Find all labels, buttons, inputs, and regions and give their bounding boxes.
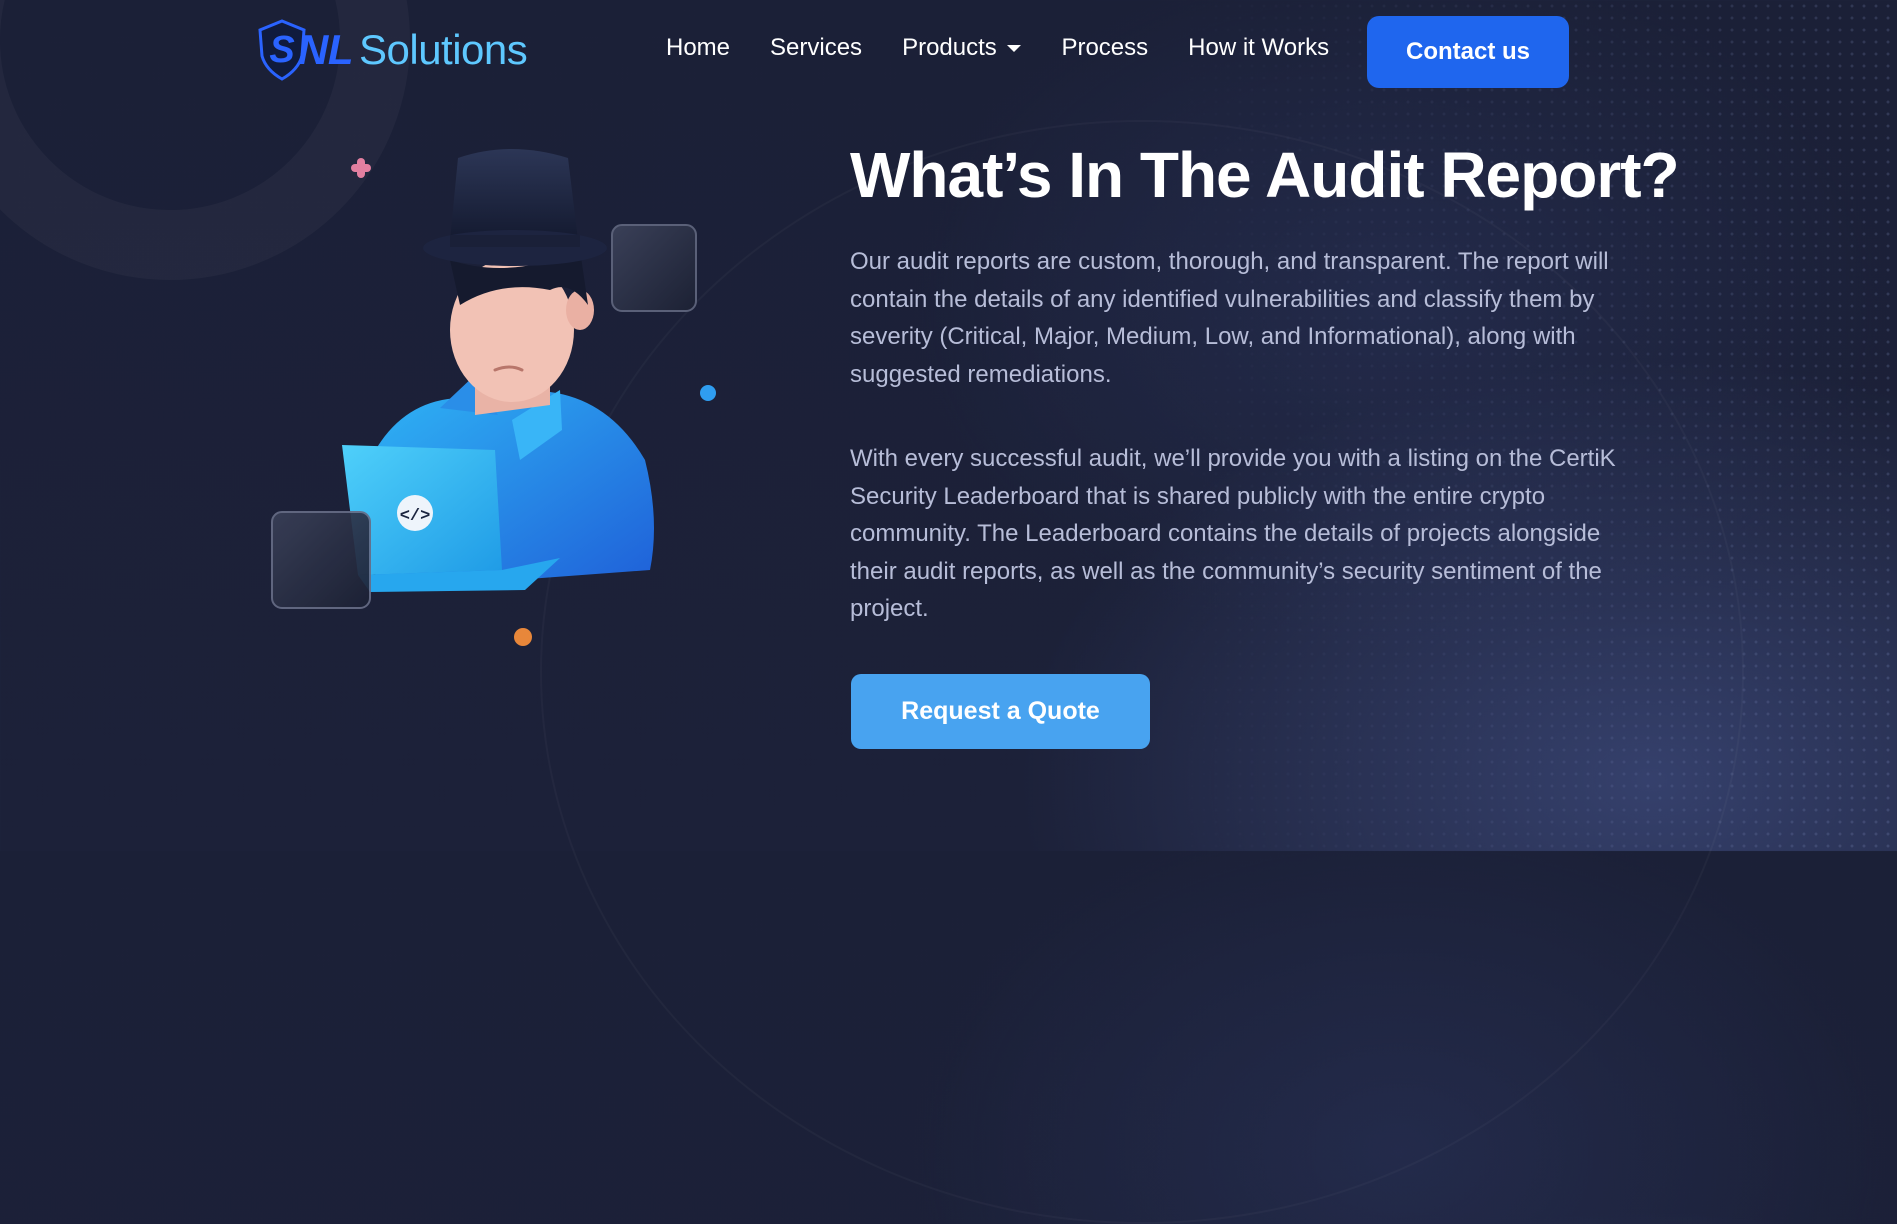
- section-heading: What’s In The Audit Report?: [850, 139, 1680, 211]
- nav-products[interactable]: Products: [902, 34, 1022, 62]
- top-navigation: S NL Solutions Home Services Products Pro…: [0, 0, 1897, 100]
- section-paragraph-1: Our audit reports are custom, thorough, …: [850, 248, 1609, 388]
- hacker-illustration: </>: [250, 130, 730, 660]
- background-dot-pattern: [1150, 0, 1897, 851]
- brand-name: NL Solutions: [298, 26, 528, 74]
- nav-process[interactable]: Process: [1061, 34, 1148, 62]
- brand-name-part2: Solutions: [359, 26, 528, 73]
- logo-letter: S: [269, 29, 294, 71]
- main-menu: Home Services Products Process How it Wo…: [666, 34, 1369, 62]
- hacker-with-laptop-image: </>: [271, 149, 716, 646]
- brand-name-part1: NL: [298, 26, 354, 73]
- code-icon: </>: [397, 495, 433, 531]
- nav-how-it-works[interactable]: How it Works: [1188, 34, 1329, 62]
- request-quote-button[interactable]: Request a Quote: [851, 674, 1150, 749]
- svg-text:</>: </>: [400, 507, 431, 526]
- plus-decoration: [351, 158, 371, 178]
- nav-home[interactable]: Home: [666, 34, 730, 62]
- nav-services[interactable]: Services: [770, 34, 862, 62]
- section-paragraph-2: With every successful audit, we’ll provi…: [850, 445, 1616, 622]
- contact-us-button[interactable]: Contact us: [1367, 16, 1569, 88]
- nav-products-label: Products: [902, 34, 997, 61]
- brand-logo[interactable]: S NL Solutions: [256, 18, 528, 82]
- caret-down-icon: [1007, 45, 1022, 53]
